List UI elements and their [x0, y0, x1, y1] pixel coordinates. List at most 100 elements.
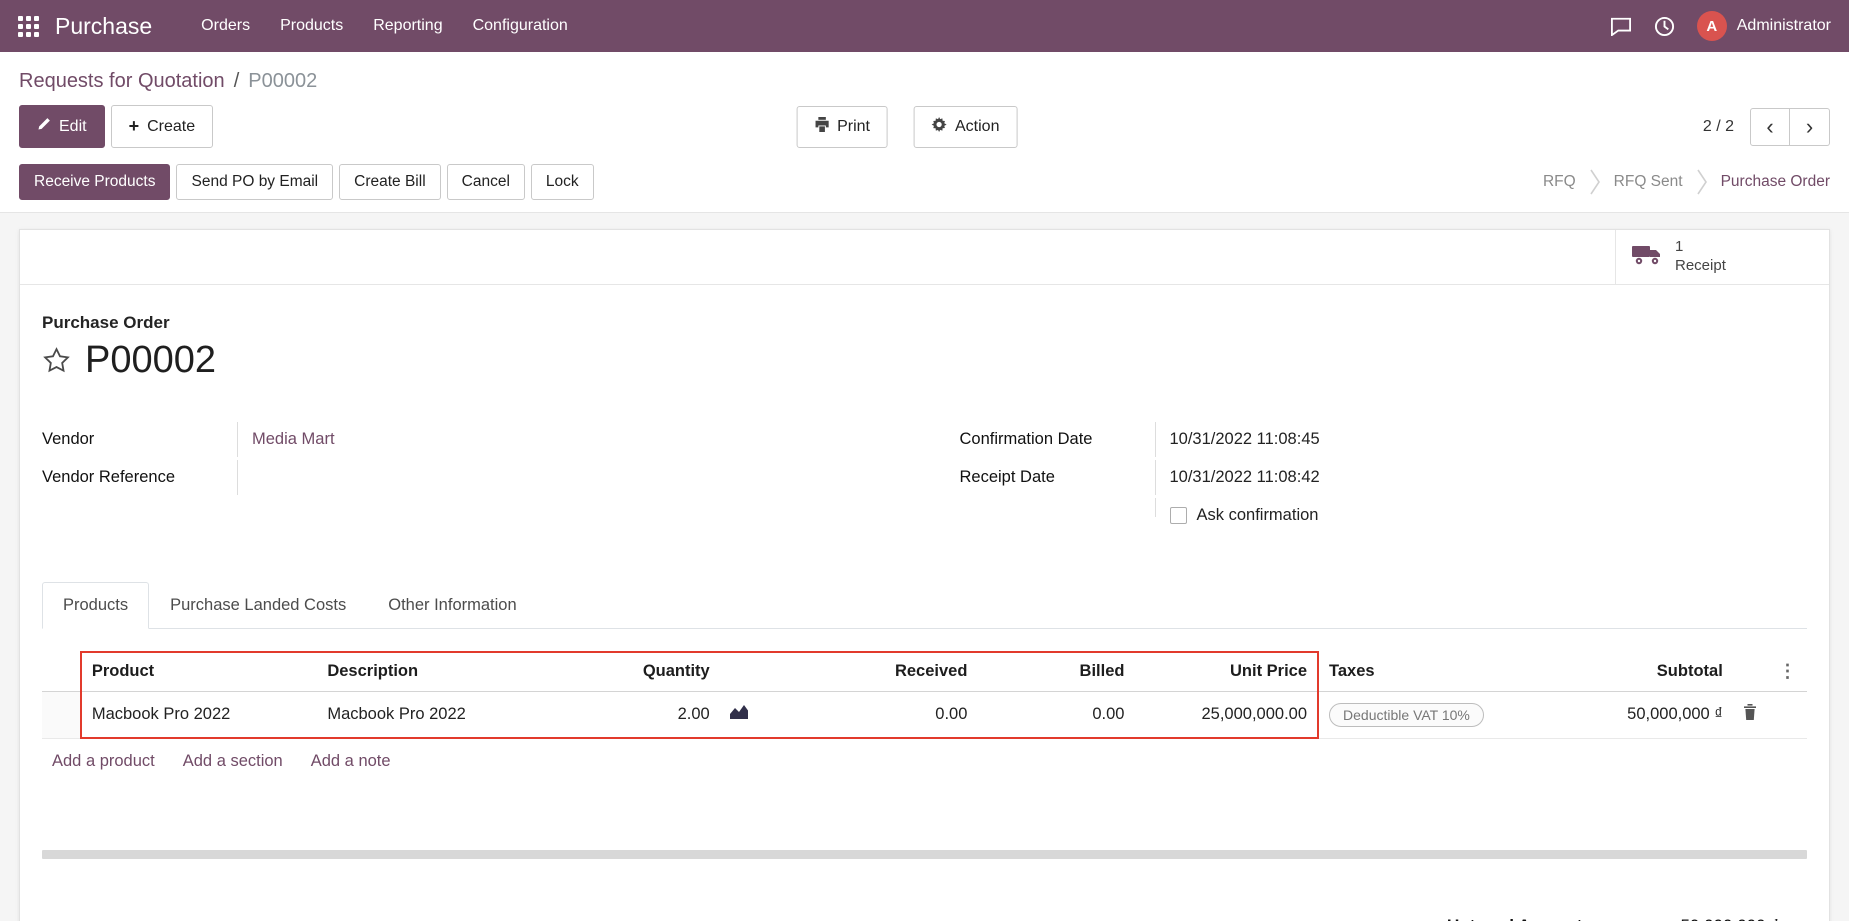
- receipt-count: 1: [1675, 238, 1684, 255]
- vendor-reference-label: Vendor Reference: [42, 459, 238, 495]
- lock-button[interactable]: Lock: [530, 164, 594, 200]
- ask-confirmation-checkbox[interactable]: [1169, 506, 1187, 524]
- action-button[interactable]: Action: [914, 105, 1018, 148]
- content-background: 1 Receipt Purchase Order P00002 Vendor M…: [0, 213, 1849, 921]
- confirmation-date-value: 10/31/2022 11:08:45: [1169, 429, 1320, 448]
- menu-orders[interactable]: Orders: [186, 0, 265, 52]
- messages-icon[interactable]: [1610, 16, 1632, 36]
- add-a-product-link[interactable]: Add a product: [52, 752, 155, 771]
- cell-received[interactable]: 0.00: [781, 691, 978, 739]
- cell-taxes: Deductible VAT 10%: [1318, 691, 1557, 739]
- favorite-star-icon[interactable]: [42, 346, 71, 375]
- tab-products[interactable]: Products: [42, 581, 150, 629]
- create-button[interactable]: + Create: [110, 105, 214, 148]
- row-end-cell: [1768, 691, 1807, 739]
- form-sheet: 1 Receipt Purchase Order P00002 Vendor M…: [19, 229, 1830, 921]
- column-header-received[interactable]: Received: [781, 650, 978, 692]
- pager-count: 2 / 2: [1702, 117, 1734, 135]
- ask-confirmation-label: Ask confirmation: [1196, 505, 1319, 524]
- vendor-value-link[interactable]: Media Mart: [252, 430, 335, 449]
- column-header-taxes[interactable]: Taxes: [1318, 651, 1557, 692]
- receive-products-button[interactable]: Receive Products: [19, 164, 171, 200]
- column-header-forecast: [719, 650, 782, 692]
- sheet-top-strip: 1 Receipt: [20, 230, 1829, 285]
- untaxed-amount-value: 50,000,000 ₫: [1624, 916, 1779, 921]
- add-a-note-link[interactable]: Add a note: [311, 752, 391, 771]
- pencil-icon: [37, 117, 51, 136]
- step-chevron-icon: [1589, 168, 1601, 196]
- column-header-quantity[interactable]: Quantity: [560, 650, 720, 692]
- print-button[interactable]: Print: [796, 105, 889, 148]
- status-step-rfq[interactable]: RFQ: [1543, 173, 1576, 191]
- column-header-product[interactable]: Product: [79, 650, 318, 692]
- untaxed-amount-label: Untaxed Amount:: [1447, 916, 1588, 921]
- delete-row-button[interactable]: [1732, 691, 1769, 739]
- trash-icon: [1743, 704, 1757, 724]
- cell-subtotal: 50,000,000 ₫: [1556, 691, 1733, 739]
- column-header-description[interactable]: Description: [317, 650, 561, 692]
- create-bill-button[interactable]: Create Bill: [339, 164, 441, 200]
- step-chevron-icon: [1696, 168, 1708, 196]
- statusbar: Receive Products Send PO by Email Create…: [0, 160, 1849, 213]
- apps-menu-icon[interactable]: [18, 15, 39, 37]
- column-header-billed[interactable]: Billed: [977, 650, 1135, 692]
- column-header-unit-price[interactable]: Unit Price: [1134, 650, 1320, 692]
- send-po-by-email-button[interactable]: Send PO by Email: [176, 164, 334, 200]
- chevron-right-icon: ›: [1805, 113, 1814, 139]
- app-name[interactable]: Purchase: [55, 13, 152, 40]
- cell-billed[interactable]: 0.00: [977, 691, 1135, 739]
- cell-quantity[interactable]: 2.00: [560, 691, 720, 739]
- breadcrumb-separator: /: [233, 70, 240, 92]
- document-type-label: Purchase Order: [42, 312, 170, 332]
- vendor-label: Vendor: [42, 421, 238, 457]
- menu-reporting[interactable]: Reporting: [358, 0, 457, 52]
- status-steps: RFQ RFQ Sent Purchase Order: [1543, 168, 1830, 196]
- tab-purchase-landed-costs[interactable]: Purchase Landed Costs: [149, 582, 367, 629]
- breadcrumb: Requests for Quotation / P00002: [0, 52, 1849, 103]
- activity-clock-icon[interactable]: [1654, 16, 1675, 37]
- handle-column-header: [42, 651, 81, 692]
- menu-configuration[interactable]: Configuration: [458, 0, 583, 52]
- forecast-chart-icon[interactable]: [719, 691, 782, 739]
- drag-handle-cell[interactable]: [42, 691, 81, 739]
- tab-other-information[interactable]: Other Information: [367, 582, 537, 629]
- empty-label-cell: [960, 497, 1156, 517]
- field-groups: Vendor Media Mart Vendor Reference Confi…: [42, 421, 1807, 536]
- page-title: P00002: [85, 338, 217, 381]
- printer-icon: [814, 116, 829, 137]
- top-navbar: Purchase Orders Products Reporting Confi…: [0, 0, 1849, 52]
- status-step-purchase-order[interactable]: Purchase Order: [1721, 173, 1830, 191]
- plus-icon: +: [128, 116, 140, 136]
- tax-tag[interactable]: Deductible VAT 10%: [1329, 702, 1484, 727]
- receipt-date-value: 10/31/2022 11:08:42: [1169, 467, 1320, 486]
- menu-products[interactable]: Products: [265, 0, 358, 52]
- totals-section: Untaxed Amount: 50,000,000 ₫ VAT 10%: 5,…: [42, 911, 1807, 921]
- status-step-rfq-sent[interactable]: RFQ Sent: [1614, 173, 1683, 191]
- user-menu[interactable]: A Administrator: [1696, 11, 1831, 41]
- optional-columns-toggle-icon[interactable]: ⋮: [1768, 651, 1807, 692]
- cancel-button[interactable]: Cancel: [446, 164, 525, 200]
- vendor-reference-value[interactable]: [238, 460, 252, 476]
- confirmation-date-label: Confirmation Date: [960, 421, 1156, 457]
- column-header-subtotal[interactable]: Subtotal: [1556, 651, 1733, 692]
- order-lines-table: Product Description Quantity Received Bi…: [42, 650, 1807, 785]
- pager-previous-button[interactable]: ‹: [1750, 107, 1790, 146]
- delete-column-header: [1732, 651, 1769, 692]
- breadcrumb-current: P00002: [248, 70, 318, 92]
- pager-next-button[interactable]: ›: [1790, 107, 1830, 146]
- breadcrumb-parent-link[interactable]: Requests for Quotation: [19, 70, 225, 93]
- receipt-stat-button[interactable]: 1 Receipt: [1615, 230, 1829, 284]
- add-a-section-link[interactable]: Add a section: [183, 752, 283, 771]
- truck-icon: [1632, 243, 1662, 271]
- control-panel: Edit + Create Print Action 2 / 2 ‹ ›: [0, 103, 1849, 160]
- table-header-row: Product Description Quantity Received Bi…: [42, 650, 1807, 692]
- cell-unit-price[interactable]: 25,000,000.00: [1134, 691, 1320, 739]
- cell-description[interactable]: Macbook Pro 2022: [317, 691, 561, 739]
- receipt-label: Receipt: [1675, 256, 1726, 274]
- chevron-left-icon: ‹: [1766, 113, 1774, 139]
- cell-product[interactable]: Macbook Pro 2022: [79, 691, 318, 739]
- table-row[interactable]: Macbook Pro 2022 Macbook Pro 2022 2.00 0…: [42, 691, 1807, 739]
- gear-icon: [932, 116, 948, 137]
- horizontal-scrollbar[interactable]: [42, 850, 1807, 859]
- edit-button[interactable]: Edit: [19, 105, 105, 148]
